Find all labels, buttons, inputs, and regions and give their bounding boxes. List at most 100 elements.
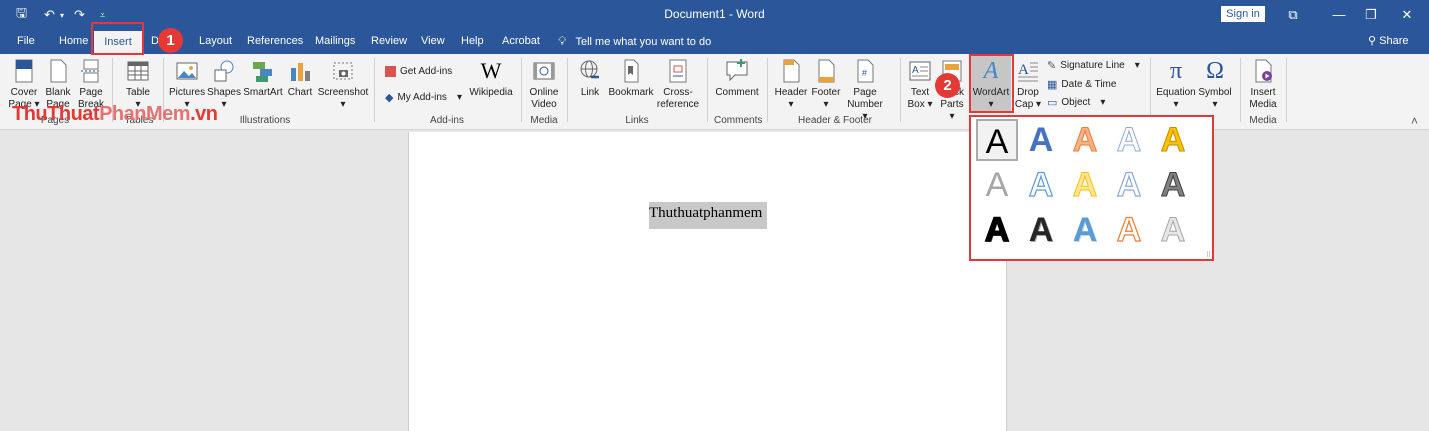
- blank-page-label-1: Blank: [45, 87, 71, 98]
- undo-icon[interactable]: ↶: [44, 7, 60, 23]
- customize-toolbar-icon[interactable]: ⩡: [100, 10, 114, 21]
- collapse-ribbon-icon[interactable]: ˄: [1411, 114, 1418, 128]
- link-icon: [580, 60, 599, 79]
- tab-help[interactable]: Help: [461, 30, 484, 54]
- wordart-style-4[interactable]: A: [1108, 119, 1150, 161]
- date-time-button[interactable]: ▦ Date & Time: [1047, 78, 1116, 91]
- undo-dropdown-icon[interactable]: ▾: [60, 11, 70, 20]
- watermark-part-3: .vn: [190, 103, 218, 125]
- my-addins-label: My Add-ins: [397, 92, 447, 103]
- tab-review[interactable]: Review: [371, 30, 407, 54]
- insert-media-button[interactable]: Insert Media: [1246, 58, 1280, 111]
- pi-icon: π: [1169, 58, 1183, 84]
- signature-line-button[interactable]: ✎ Signature Line ▾: [1047, 59, 1140, 72]
- group-label-header-footer: Header & Footer: [798, 115, 872, 126]
- smartart-button[interactable]: SmartArt: [243, 58, 283, 99]
- wordart-style-3[interactable]: A: [1064, 119, 1106, 161]
- wordart-style-12[interactable]: A: [1020, 209, 1062, 251]
- redo-icon[interactable]: ↷: [74, 7, 92, 23]
- tab-acrobat[interactable]: Acrobat: [502, 30, 540, 54]
- drop-cap-button[interactable]: A Drop Cap ▾: [1014, 58, 1042, 111]
- get-addins-label: Get Add-ins: [400, 66, 453, 77]
- text-box-button[interactable]: A Text Box ▾: [905, 58, 935, 111]
- pictures-label: Pictures: [169, 87, 206, 98]
- comment-button[interactable]: Comment: [714, 58, 760, 99]
- save-icon[interactable]: 🖫: [16, 4, 38, 26]
- close-button[interactable]: ✕: [1384, 0, 1429, 30]
- symbol-button[interactable]: Ω Symbol ▾: [1197, 58, 1233, 111]
- tab-layout[interactable]: Layout: [199, 30, 232, 54]
- group-separator: [707, 58, 708, 122]
- group-label-links: Links: [625, 115, 649, 126]
- wordart-style-8[interactable]: A: [1064, 164, 1106, 206]
- page-number-label-1: Page: [853, 87, 877, 98]
- person-icon: ⚲: [1368, 35, 1377, 47]
- wordart-gallery: A A A A A A A A A A A A A A A ⠿: [969, 115, 1214, 261]
- table-icon: [127, 61, 149, 81]
- wordart-style-10[interactable]: A: [1152, 164, 1194, 206]
- site-watermark: ThuThuatPhanMem.vn: [12, 103, 218, 126]
- share-button[interactable]: ⚲ Share: [1368, 30, 1408, 54]
- svg-text:A: A: [1018, 62, 1029, 78]
- sign-in-button[interactable]: Sign in: [1221, 6, 1265, 22]
- screenshot-button[interactable]: Screenshot ▾: [317, 58, 369, 111]
- page-break-icon: [81, 59, 101, 83]
- footer-button[interactable]: Footer ▾: [810, 58, 842, 111]
- lightbulb-icon: 💡︎: [558, 34, 567, 48]
- pictures-icon: [176, 62, 198, 80]
- wikipedia-button[interactable]: W Wikipedia: [469, 58, 513, 99]
- share-label: Share: [1379, 35, 1409, 47]
- wordart-style-1[interactable]: A: [976, 119, 1018, 161]
- shapes-label: Shapes: [207, 87, 241, 98]
- document-page[interactable]: [408, 132, 1007, 431]
- page-number-icon: #: [857, 59, 874, 83]
- cross-reference-label-2: reference: [656, 99, 700, 110]
- tab-mailings[interactable]: Mailings: [315, 30, 355, 54]
- header-button[interactable]: Header ▾: [774, 58, 808, 111]
- wordart-style-6[interactable]: A: [976, 164, 1018, 206]
- cover-page-icon: [15, 59, 33, 83]
- group-separator: [1286, 58, 1287, 122]
- bookmark-icon: [624, 59, 639, 83]
- footer-icon: [818, 59, 835, 83]
- insert-tab-highlight: [91, 22, 144, 55]
- comment-icon: [726, 59, 748, 82]
- insert-media-label-1: Insert: [1250, 87, 1276, 98]
- cross-reference-button[interactable]: Cross- reference: [655, 58, 701, 111]
- tell-me-search[interactable]: 💡︎ Tell me what you want to do: [558, 30, 711, 54]
- selected-text[interactable]: Thuthuatphanmem: [649, 202, 767, 229]
- my-addins-button[interactable]: ◆ My Add-ins ▾: [385, 91, 462, 104]
- group-separator: [1240, 58, 1241, 122]
- wordart-style-11[interactable]: A: [976, 209, 1018, 251]
- tab-references[interactable]: References: [247, 30, 303, 54]
- online-video-label-1: Online: [529, 87, 559, 98]
- wordart-style-15[interactable]: A: [1152, 209, 1194, 251]
- my-addins-dropdown-arrow: ▾: [456, 92, 462, 103]
- table-label: Table: [126, 87, 150, 98]
- wordart-style-14[interactable]: A: [1108, 209, 1150, 251]
- cross-reference-icon: [669, 59, 687, 83]
- chart-button[interactable]: Chart: [286, 58, 314, 99]
- equation-button[interactable]: π Equation ▾: [1156, 58, 1196, 111]
- tab-file[interactable]: File: [17, 30, 35, 54]
- get-addins-button[interactable]: Get Add-ins: [385, 66, 452, 77]
- wordart-style-5[interactable]: A: [1152, 119, 1194, 161]
- wordart-style-9[interactable]: A: [1108, 164, 1150, 206]
- wikipedia-label: Wikipedia: [469, 87, 513, 98]
- wordart-style-7[interactable]: A: [1020, 164, 1062, 206]
- gallery-resize-grip[interactable]: ⠿: [1206, 251, 1211, 259]
- wordart-style-13[interactable]: A: [1064, 209, 1106, 251]
- tab-view[interactable]: View: [421, 30, 445, 54]
- online-video-button[interactable]: Online Video: [527, 58, 561, 111]
- wordart-style-2[interactable]: A: [1020, 119, 1062, 161]
- symbol-label: Symbol: [1198, 87, 1232, 98]
- object-button[interactable]: ▭ Object ▾: [1047, 96, 1105, 109]
- signature-line-icon: ✎: [1047, 60, 1057, 72]
- document-title: Document1 - Word: [664, 7, 765, 21]
- ribbon-display-options-icon[interactable]: ⧉: [1270, 0, 1316, 30]
- bookmark-button[interactable]: Bookmark: [608, 58, 654, 99]
- link-button[interactable]: Link: [576, 58, 604, 99]
- chart-icon: [291, 63, 310, 81]
- tab-home[interactable]: Home: [59, 30, 88, 54]
- page-number-button[interactable]: # Page Number ▾: [845, 58, 885, 123]
